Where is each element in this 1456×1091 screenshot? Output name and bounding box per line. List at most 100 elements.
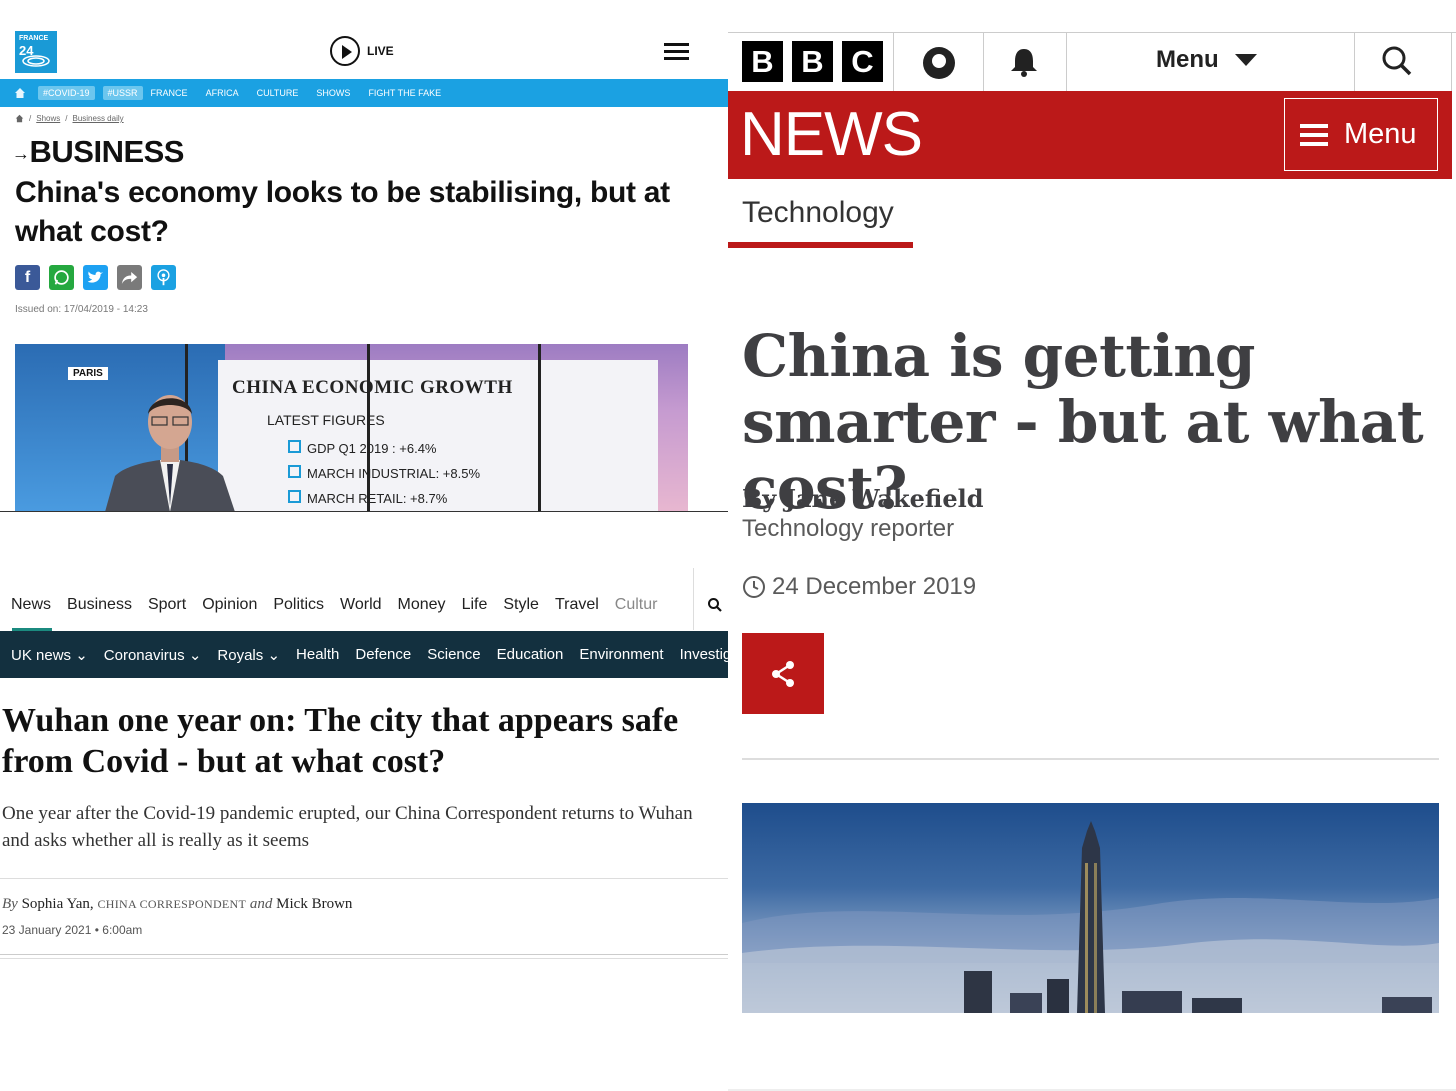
- clock-icon: [743, 576, 765, 598]
- nav-item-life[interactable]: Life: [451, 596, 496, 614]
- facebook-icon[interactable]: f: [15, 265, 40, 290]
- breadcrumb-business-daily[interactable]: Business daily: [72, 114, 123, 123]
- nav-link-fight-the-fake[interactable]: FIGHT THE FAKE: [368, 88, 441, 98]
- subnav-item-defence[interactable]: Defence: [355, 646, 411, 663]
- publish-date: 24 December 2019: [742, 573, 976, 601]
- byline: By Sophia Yan, CHINA CORRESPONDENT and M…: [2, 896, 353, 912]
- share-button[interactable]: [742, 633, 824, 714]
- live-button[interactable]: LIVE: [330, 36, 394, 66]
- subnav-item-coronavirus[interactable]: Coronavirus ⌄: [104, 646, 202, 664]
- share-arrow-icon[interactable]: [117, 265, 142, 290]
- author-name: By Jane Wakefield: [742, 484, 984, 513]
- breadcrumb-home-icon[interactable]: [15, 114, 24, 123]
- breadcrumb: / Shows / Business daily: [15, 114, 124, 123]
- article-headline: China's economy looks to be stabilising,…: [15, 176, 670, 248]
- live-label: LIVE: [367, 44, 394, 58]
- breadcrumb-shows[interactable]: Shows: [36, 114, 60, 123]
- podcast-icon[interactable]: [151, 265, 176, 290]
- nav-tag-ussr[interactable]: #USSR: [102, 86, 143, 100]
- board-title: CHINA ECONOMIC GROWTH: [232, 377, 513, 398]
- article-headline: Wuhan one year on: The city that appears…: [2, 702, 679, 780]
- board-subtitle: LATEST FIGURES: [267, 412, 385, 428]
- news-wordmark[interactable]: NEWS: [740, 99, 923, 170]
- search-icon[interactable]: [1381, 45, 1413, 77]
- france24-nav-bar: #COVID-19 #USSR FRANCE AFRICA CULTURE SH…: [0, 79, 728, 107]
- nav-link-africa[interactable]: AFRICA: [206, 88, 239, 98]
- logo-text-line1: FRANCE: [19, 35, 49, 42]
- section-label: BUSINESS: [29, 134, 185, 169]
- chevron-down-icon: ⌄: [188, 646, 202, 664]
- board-item: MARCH INDUSTRIAL: +8.5%: [288, 465, 480, 481]
- presenter-figure: [105, 395, 235, 511]
- logo-waves-icon: [22, 55, 50, 67]
- home-icon[interactable]: [14, 87, 26, 99]
- nav-tag-covid[interactable]: #COVID-19: [38, 86, 95, 100]
- divider: [0, 958, 728, 959]
- active-section-indicator: [728, 242, 913, 248]
- france24-panel: FRANCE 24 LIVE #COVID-19 #USSR FRANCE AF…: [0, 0, 728, 512]
- subnav-item-royals[interactable]: Royals ⌄: [217, 646, 280, 664]
- account-icon[interactable]: [921, 45, 957, 81]
- nav-item-style[interactable]: Style: [492, 596, 547, 614]
- bbc-logo[interactable]: B B C: [742, 41, 883, 82]
- telegraph-panel: News Business Sport Opinion Politics Wor…: [0, 512, 728, 1091]
- nav-item-news[interactable]: News: [0, 596, 59, 614]
- article-lead-image: [742, 803, 1439, 1013]
- author-link[interactable]: Sophia Yan,: [22, 896, 94, 912]
- telegraph-main-nav: News Business Sport Opinion Politics Wor…: [0, 568, 728, 632]
- france24-logo[interactable]: FRANCE 24: [15, 31, 57, 73]
- twitter-icon[interactable]: [83, 265, 108, 290]
- article-standfirst: One year after the Covid-19 pandemic eru…: [2, 803, 693, 851]
- board-item: MARCH RETAIL: +8.7%: [288, 490, 447, 506]
- chevron-down-icon: ⌄: [267, 646, 281, 664]
- search-icon[interactable]: [707, 597, 723, 613]
- subnav-item-uk-news[interactable]: UK news ⌄: [11, 646, 88, 664]
- nav-link-shows[interactable]: SHOWS: [316, 88, 350, 98]
- section-title[interactable]: →BUSINESS: [12, 134, 184, 170]
- city-skyline-image: [742, 821, 1439, 1013]
- nav-item-opinion[interactable]: Opinion: [191, 596, 265, 614]
- nav-item-travel[interactable]: Travel: [544, 596, 607, 614]
- hamburger-icon: [1300, 119, 1328, 151]
- author-role: CHINA CORRESPONDENT: [97, 897, 247, 911]
- publish-date: 23 January 2021 • 6:00am: [2, 923, 143, 937]
- nav-item-business[interactable]: Business: [56, 596, 140, 614]
- subnav-item-environment[interactable]: Environment: [579, 646, 663, 663]
- caret-down-icon: [1234, 54, 1257, 66]
- share-icon: [772, 660, 794, 687]
- divider: [0, 878, 728, 879]
- nav-link-france[interactable]: FRANCE: [151, 88, 188, 98]
- divider: [742, 758, 1439, 760]
- board-item: GDP Q1 2019 : +6.4%: [288, 440, 436, 456]
- share-bar: f: [15, 265, 176, 290]
- author-link[interactable]: Mick Brown: [276, 896, 352, 912]
- bbc-news-banner: NEWS Menu: [728, 91, 1452, 179]
- bbc-masthead: B B C Menu: [728, 32, 1456, 92]
- hamburger-menu-icon[interactable]: [664, 43, 689, 61]
- section-tab-technology[interactable]: Technology: [742, 196, 894, 230]
- subnav-item-education[interactable]: Education: [497, 646, 564, 663]
- top-menu-button[interactable]: Menu: [1156, 46, 1257, 74]
- subnav-item-investigations[interactable]: Investigatio: [680, 646, 728, 663]
- nav-item-world[interactable]: World: [329, 596, 390, 614]
- location-tag: PARIS: [68, 367, 108, 380]
- nav-item-culture[interactable]: Cultur: [604, 596, 666, 614]
- chevron-down-icon: ⌄: [75, 646, 88, 664]
- whatsapp-icon[interactable]: [49, 265, 74, 290]
- nav-item-money[interactable]: Money: [387, 596, 454, 614]
- play-icon: [330, 36, 360, 66]
- subnav-item-science[interactable]: Science: [427, 646, 480, 663]
- issued-date: Issued on: 17/04/2019 - 14:23: [15, 304, 148, 315]
- arrow-right-icon: →: [12, 143, 30, 164]
- bbc-panel: B B C Menu NEWS Menu Technology China is…: [728, 0, 1456, 1091]
- news-menu-button[interactable]: Menu: [1284, 98, 1438, 171]
- telegraph-sub-nav: UK news ⌄ Coronavirus ⌄ Royals ⌄ Health …: [0, 631, 728, 678]
- notifications-bell-icon[interactable]: [1009, 46, 1039, 78]
- nav-link-culture[interactable]: CULTURE: [257, 88, 299, 98]
- nav-item-sport[interactable]: Sport: [137, 596, 194, 614]
- divider: [0, 954, 728, 955]
- author-role: Technology reporter: [742, 515, 955, 542]
- video-thumbnail[interactable]: PARIS CHINA ECONOMIC GROWTH LATEST FIGUR…: [15, 344, 688, 511]
- nav-item-politics[interactable]: Politics: [262, 596, 332, 614]
- subnav-item-health[interactable]: Health: [296, 646, 339, 663]
